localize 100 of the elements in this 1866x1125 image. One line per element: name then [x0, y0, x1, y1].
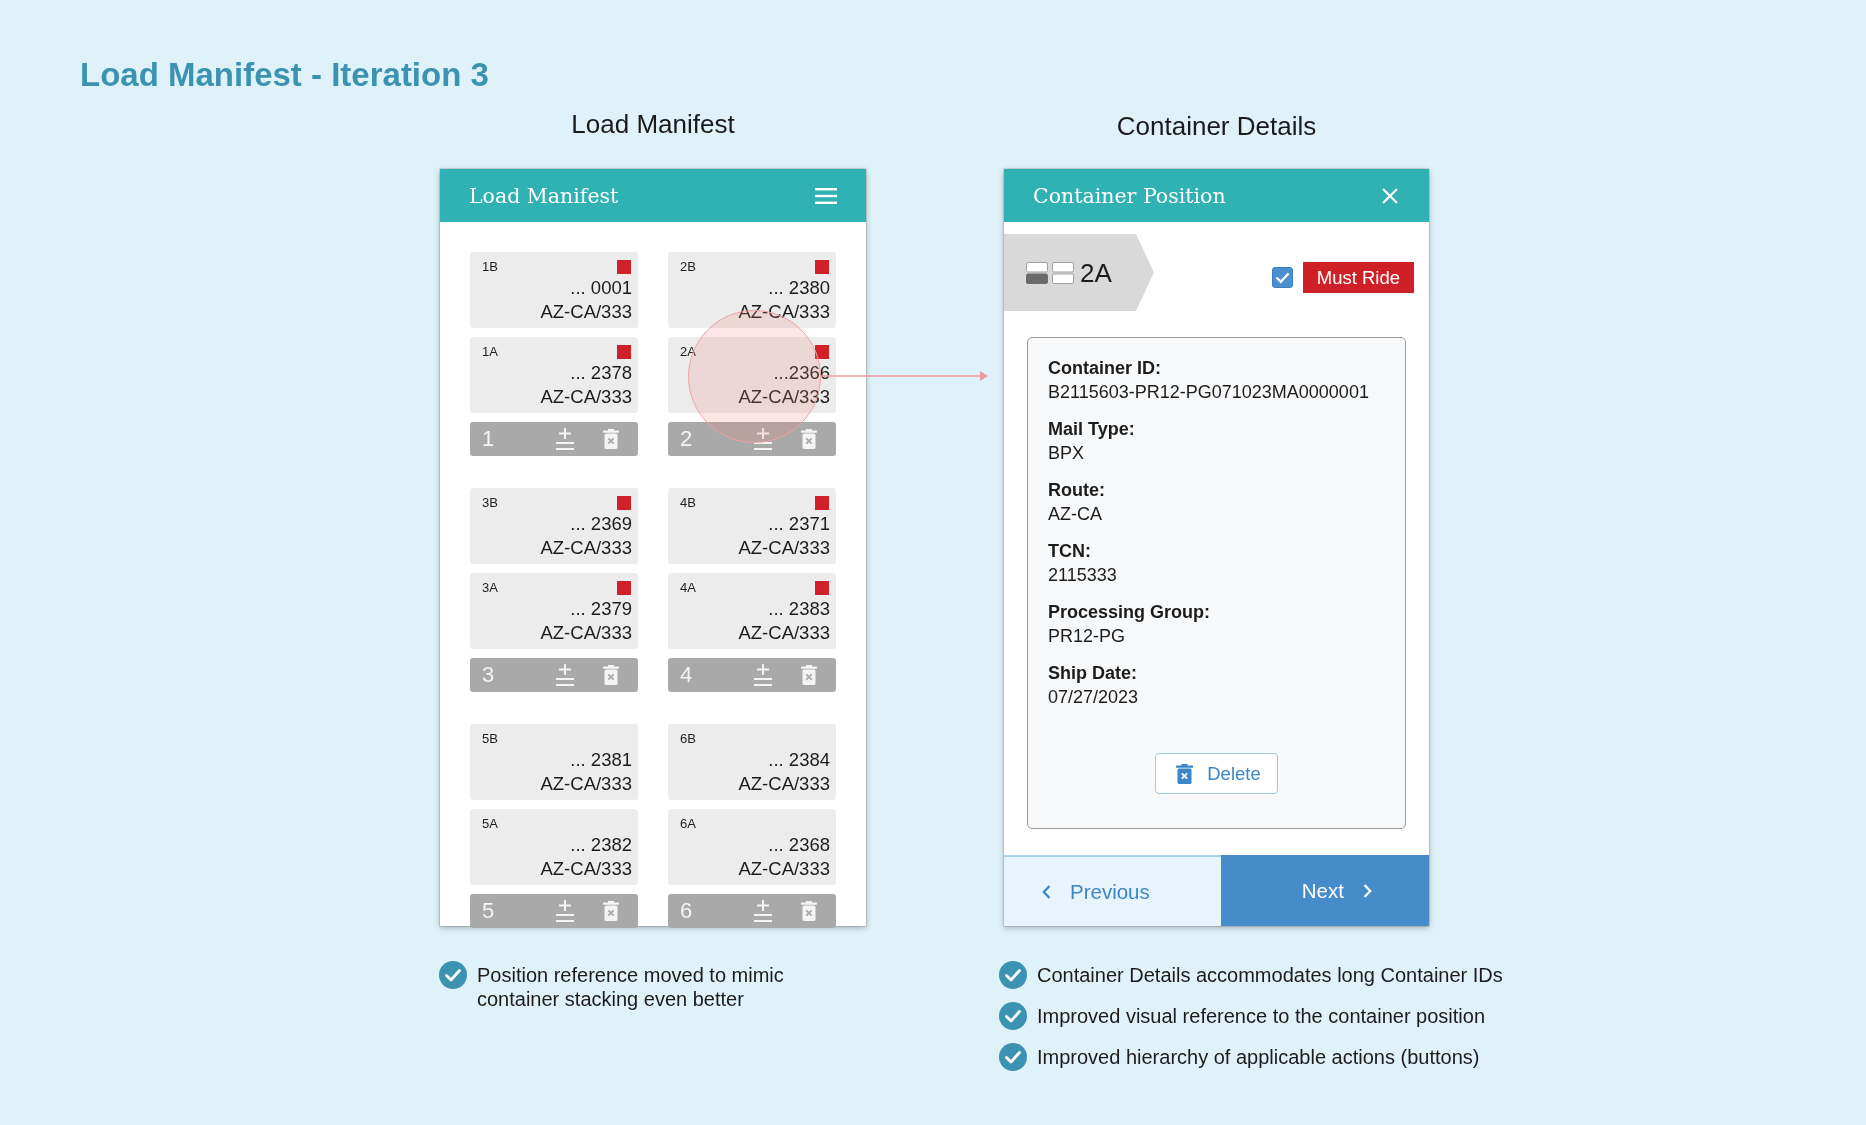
field-value: 2115333 — [1048, 564, 1117, 587]
container-card[interactable]: 5A ... 2382 AZ-CA/333 — [470, 809, 638, 885]
container-card[interactable]: 1A ... 2378 AZ-CA/333 — [470, 337, 638, 413]
container-card[interactable]: 1B ... 0001 AZ-CA/333 — [470, 252, 638, 328]
position-label: 1B — [482, 259, 498, 275]
container-number: ... 2378 — [570, 361, 632, 385]
route-text: AZ-CA/333 — [540, 857, 632, 881]
check-circle-icon — [439, 961, 467, 989]
container-number: ... 2382 — [570, 833, 632, 857]
field-label: Ship Date: — [1048, 662, 1137, 685]
route-text: AZ-CA/333 — [738, 621, 830, 645]
container-card[interactable]: 4A ... 2383 AZ-CA/333 — [668, 573, 836, 649]
position-label: 5A — [482, 816, 498, 832]
field-value: AZ-CA — [1048, 503, 1102, 526]
trash-icon[interactable] — [801, 901, 817, 921]
plus-minus-icon[interactable] — [754, 428, 772, 450]
container-number: ... 2371 — [768, 512, 830, 536]
container-number: ... 2369 — [570, 512, 632, 536]
chevron-left-icon — [1042, 884, 1051, 899]
stack-position-icon — [1026, 261, 1074, 284]
field-value: 07/27/2023 — [1048, 686, 1139, 709]
screen-caption: Load Manifest — [571, 108, 735, 140]
note-text: Container Details accommodates long Container IDs — [1037, 963, 1503, 987]
note-text: Improved visual reference to the container position — [1037, 1004, 1486, 1028]
trash-icon[interactable] — [801, 429, 817, 449]
menu-icon[interactable] — [815, 187, 837, 204]
route-text: AZ-CA/333 — [540, 536, 632, 560]
route-text: AZ-CA/333 — [540, 300, 632, 324]
route-text: AZ-CA/333 — [738, 385, 830, 409]
field-label: Processing Group: — [1048, 601, 1211, 624]
position-label: 6A — [680, 816, 696, 832]
check-circle-icon — [999, 1043, 1027, 1071]
trash-icon[interactable] — [603, 901, 619, 921]
position-label: 3A — [482, 580, 498, 596]
field-value: B2115603-PR12-PG071023MA0000001 — [1048, 381, 1369, 404]
stack-number: 1 — [482, 426, 495, 452]
container-card[interactable]: 6B ... 2384 AZ-CA/333 — [668, 724, 836, 800]
position-label: 4A — [680, 580, 696, 596]
trash-icon[interactable] — [801, 665, 817, 685]
container-number: ... 2381 — [570, 748, 632, 772]
container-number: ... 2383 — [768, 597, 830, 621]
container-number: ... 2379 — [570, 597, 632, 621]
route-text: AZ-CA/333 — [738, 772, 830, 796]
position-label: 2B — [680, 259, 696, 275]
trash-icon[interactable] — [603, 665, 619, 685]
plus-minus-icon[interactable] — [556, 428, 574, 450]
container-card[interactable]: 2B ... 2380 AZ-CA/333 — [668, 252, 836, 328]
position-label: 3B — [482, 495, 498, 511]
previous-button[interactable]: Previous — [1004, 855, 1221, 926]
check-circle-icon — [999, 1002, 1027, 1030]
stack-number: 6 — [680, 898, 693, 924]
container-number: ... 2368 — [768, 833, 830, 857]
field-value: PR12-PG — [1048, 625, 1126, 648]
header-title: Container Position — [1033, 182, 1226, 209]
position-label: 5B — [482, 731, 498, 747]
position-label: 1A — [482, 344, 498, 360]
must-ride-badge: Must Ride — [1302, 261, 1414, 293]
stack-number: 3 — [482, 662, 495, 688]
container-card[interactable]: 5B ... 2381 AZ-CA/333 — [470, 724, 638, 800]
delete-button[interactable]: Delete — [1155, 753, 1278, 794]
plus-minus-icon[interactable] — [754, 664, 772, 686]
close-icon[interactable] — [1382, 187, 1398, 204]
chevron-right-icon — [1362, 883, 1372, 898]
route-text: AZ-CA/333 — [738, 300, 830, 324]
route-text: AZ-CA/333 — [540, 385, 632, 409]
next-button[interactable]: Next — [1220, 855, 1429, 926]
container-number: ... 0001 — [570, 276, 632, 300]
position-label: 2A — [680, 344, 696, 360]
container-card[interactable]: 3B ... 2369 AZ-CA/333 — [470, 488, 638, 564]
plus-minus-icon[interactable] — [556, 664, 574, 686]
plus-minus-icon[interactable] — [556, 900, 574, 922]
container-number: ... 2380 — [768, 276, 830, 300]
container-card[interactable]: 3A ... 2379 AZ-CA/333 — [470, 573, 638, 649]
route-text: AZ-CA/333 — [540, 772, 632, 796]
trash-icon — [1176, 763, 1194, 784]
container-number: ... 2384 — [768, 748, 830, 772]
field-label: TCN: — [1048, 540, 1091, 563]
route-text: AZ-CA/333 — [540, 621, 632, 645]
field-value: BPX — [1048, 442, 1085, 465]
note-text: Improved hierarchy of applicable actions (buttons) — [1037, 1045, 1480, 1069]
field-label: Route: — [1048, 479, 1105, 502]
container-number: ...2366 — [773, 361, 830, 385]
header-title: Load Manifest — [469, 182, 619, 209]
field-label: Container ID: — [1048, 357, 1161, 380]
route-text: AZ-CA/333 — [738, 857, 830, 881]
position-label: 2A — [1080, 257, 1112, 288]
position-label: 4B — [680, 495, 696, 511]
must-ride-checkbox[interactable] — [1271, 266, 1293, 288]
route-text: AZ-CA/333 — [738, 536, 830, 560]
page-title: Load Manifest - Iteration 3 — [80, 55, 489, 95]
position-label: 6B — [680, 731, 696, 747]
field-label: Mail Type: — [1048, 418, 1135, 441]
stack-number: 2 — [680, 426, 693, 452]
container-card[interactable]: 6A ... 2368 AZ-CA/333 — [668, 809, 836, 885]
trash-icon[interactable] — [603, 429, 619, 449]
check-circle-icon — [999, 961, 1027, 989]
plus-minus-icon[interactable] — [754, 900, 772, 922]
stack-number: 4 — [680, 662, 693, 688]
note-text: Position reference moved to mimic container stacking even better — [477, 963, 785, 1011]
container-card[interactable]: 4B ... 2371 AZ-CA/333 — [668, 488, 836, 564]
